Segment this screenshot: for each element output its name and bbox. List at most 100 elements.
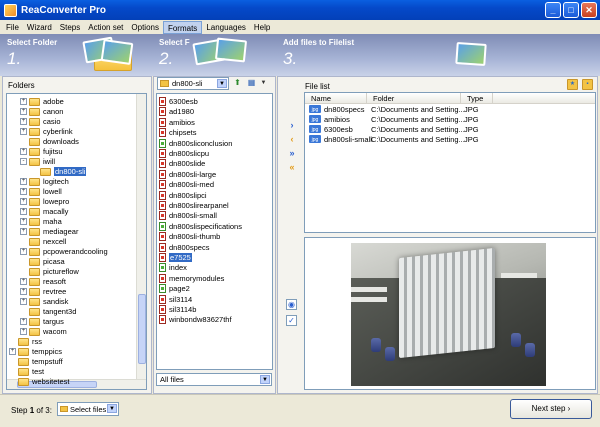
file-item[interactable]: dn800slirearpanel bbox=[159, 200, 229, 211]
file-item[interactable]: dn800sli-large bbox=[159, 169, 216, 180]
menu-item-help[interactable]: Help bbox=[250, 21, 274, 34]
expand-icon[interactable]: + bbox=[9, 348, 16, 355]
folder-tree[interactable]: + adobe + canon + casio + cyberlink downloads + fu… bbox=[6, 93, 147, 390]
expand-icon[interactable]: + bbox=[20, 298, 27, 305]
menu-item-wizard[interactable]: Wizard bbox=[23, 21, 56, 34]
filelist-row[interactable]: jpg dn800specs C:\Documents and Setting...… bbox=[305, 105, 595, 115]
file-item[interactable]: 6300esb bbox=[159, 96, 198, 107]
expand-icon[interactable]: + bbox=[20, 108, 27, 115]
view-mode-icon[interactable]: ▦ bbox=[246, 78, 257, 89]
expand-icon bbox=[20, 238, 27, 245]
file-item[interactable]: index bbox=[159, 262, 187, 273]
expand-icon[interactable]: + bbox=[20, 228, 27, 235]
open-folder-icon[interactable]: ★ bbox=[567, 79, 578, 90]
chevron-down-icon[interactable]: ▼ bbox=[260, 375, 270, 384]
step-select-files[interactable]: Select F 2. bbox=[152, 34, 276, 76]
file-item[interactable]: page2 bbox=[159, 283, 190, 294]
step-select-folder[interactable]: Select Folder 1. bbox=[0, 34, 152, 76]
menu-item-steps[interactable]: Steps bbox=[56, 21, 84, 34]
expand-icon[interactable]: + bbox=[20, 198, 27, 205]
remove-all-arrow-icon[interactable]: « bbox=[286, 161, 298, 173]
expand-icon[interactable]: + bbox=[20, 118, 27, 125]
file-item[interactable]: memorymodules bbox=[159, 273, 224, 284]
file-list-box[interactable]: 6300esb ad1980 amibios chipsets dn800sliconc… bbox=[156, 93, 273, 370]
filelist-cell-name: 6300esb bbox=[324, 125, 353, 134]
preview-checkbox[interactable]: ✓ bbox=[286, 315, 297, 326]
menu-item-action-set[interactable]: Action set bbox=[84, 21, 127, 34]
folder-combo[interactable]: dn800-sli ▼ bbox=[157, 77, 229, 90]
filelist-table[interactable]: Name Folder Type jpg dn800specs C:\Documen… bbox=[304, 92, 596, 233]
expand-icon[interactable]: + bbox=[20, 188, 27, 195]
close-button[interactable]: ✕ bbox=[581, 2, 597, 18]
tree-scroll-thumb[interactable] bbox=[138, 294, 146, 364]
column-folder[interactable]: Folder bbox=[367, 93, 461, 104]
file-item[interactable]: chipsets bbox=[159, 127, 197, 138]
file-item[interactable]: dn800slide bbox=[159, 158, 205, 169]
step-prefix: Step bbox=[11, 406, 28, 415]
remove-selected-arrow-icon[interactable]: ‹ bbox=[286, 133, 298, 145]
step-select-combo[interactable]: Select files ▼ bbox=[57, 402, 119, 416]
image-file-icon bbox=[159, 97, 166, 106]
view-dropdown-icon[interactable]: ▼ bbox=[258, 78, 269, 89]
expand-icon[interactable]: + bbox=[20, 288, 27, 295]
file-item[interactable]: dn800sli-small bbox=[159, 210, 217, 221]
file-item[interactable]: sil3114b bbox=[159, 304, 196, 315]
image-file-icon bbox=[159, 253, 166, 262]
menu-item-formats[interactable]: Formats bbox=[162, 20, 203, 34]
folder-icon bbox=[29, 287, 40, 296]
up-folder-icon[interactable]: ⬆ bbox=[232, 78, 243, 89]
filelist-row[interactable]: jpg amibios C:\Documents and Setting... JPG bbox=[305, 115, 595, 125]
file-item[interactable]: dn800specs bbox=[159, 242, 209, 253]
column-name[interactable]: Name bbox=[305, 93, 367, 104]
file-item[interactable]: dn800sliconclusion bbox=[159, 138, 232, 149]
file-item[interactable]: dn800sli-thumb bbox=[159, 231, 220, 242]
filelist-row[interactable]: jpg 6300esb C:\Documents and Setting... JPG bbox=[305, 125, 595, 135]
file-item[interactable]: dn800slicpu bbox=[159, 148, 209, 159]
column-type[interactable]: Type bbox=[461, 93, 493, 104]
save-list-icon[interactable]: ▪ bbox=[582, 79, 593, 90]
menu-item-options[interactable]: Options bbox=[127, 21, 163, 34]
menu-item-languages[interactable]: Languages bbox=[202, 21, 250, 34]
maximize-button[interactable]: □ bbox=[563, 2, 579, 18]
file-item[interactable]: dn800sli-med bbox=[159, 179, 214, 190]
minimize-button[interactable]: _ bbox=[545, 2, 561, 18]
chevron-down-icon[interactable]: ▼ bbox=[107, 404, 117, 413]
tree-item-label: temppics bbox=[32, 347, 63, 356]
file-item[interactable]: amibios bbox=[159, 117, 195, 128]
tree-vertical-scrollbar[interactable] bbox=[136, 94, 146, 380]
menu-item-file[interactable]: File bbox=[2, 21, 23, 34]
filelist-row[interactable]: jpg dn800sli-small C:\Documents and Settin… bbox=[305, 135, 595, 145]
chevron-down-icon[interactable]: ▼ bbox=[217, 79, 227, 88]
file-item[interactable]: ad1980 bbox=[159, 106, 194, 117]
expand-icon[interactable]: + bbox=[20, 248, 27, 255]
file-item[interactable]: sil3114 bbox=[159, 294, 192, 305]
expand-icon[interactable]: + bbox=[20, 328, 27, 335]
image-file-icon bbox=[159, 284, 166, 294]
collapse-icon[interactable]: - bbox=[20, 158, 27, 165]
file-filter-combo[interactable]: All files ▼ bbox=[156, 373, 272, 386]
expand-icon[interactable]: + bbox=[20, 148, 27, 155]
file-item[interactable]: winbondw83627thf bbox=[159, 314, 232, 325]
expand-icon[interactable]: + bbox=[20, 128, 27, 135]
photos-illustration bbox=[192, 37, 248, 73]
expand-icon[interactable]: + bbox=[20, 208, 27, 215]
folder-icon bbox=[29, 217, 40, 226]
preview-eye-icon[interactable]: ◉ bbox=[286, 299, 297, 310]
file-item[interactable]: e7525 bbox=[159, 252, 192, 263]
tree-item[interactable]: websitetest bbox=[9, 376, 70, 387]
expand-icon[interactable]: + bbox=[20, 218, 27, 225]
file-item[interactable]: dn800slispecifications bbox=[159, 221, 242, 232]
file-item-label: dn800slispecifications bbox=[169, 221, 242, 231]
expand-icon[interactable]: + bbox=[20, 98, 27, 105]
expand-icon[interactable]: + bbox=[20, 318, 27, 325]
folder-icon bbox=[29, 267, 40, 276]
next-step-button[interactable]: Next step › bbox=[510, 399, 592, 419]
image-file-icon bbox=[159, 180, 166, 190]
add-all-arrow-icon[interactable]: » bbox=[286, 147, 298, 159]
step-add-files[interactable]: Add files to Filelist 3. bbox=[276, 34, 600, 76]
file-item[interactable]: dn800slipci bbox=[159, 190, 207, 201]
expand-icon[interactable]: + bbox=[20, 278, 27, 285]
tree-item-label: tempstuff bbox=[32, 357, 63, 366]
add-selected-arrow-icon[interactable]: › bbox=[286, 119, 298, 131]
expand-icon[interactable]: + bbox=[20, 178, 27, 185]
